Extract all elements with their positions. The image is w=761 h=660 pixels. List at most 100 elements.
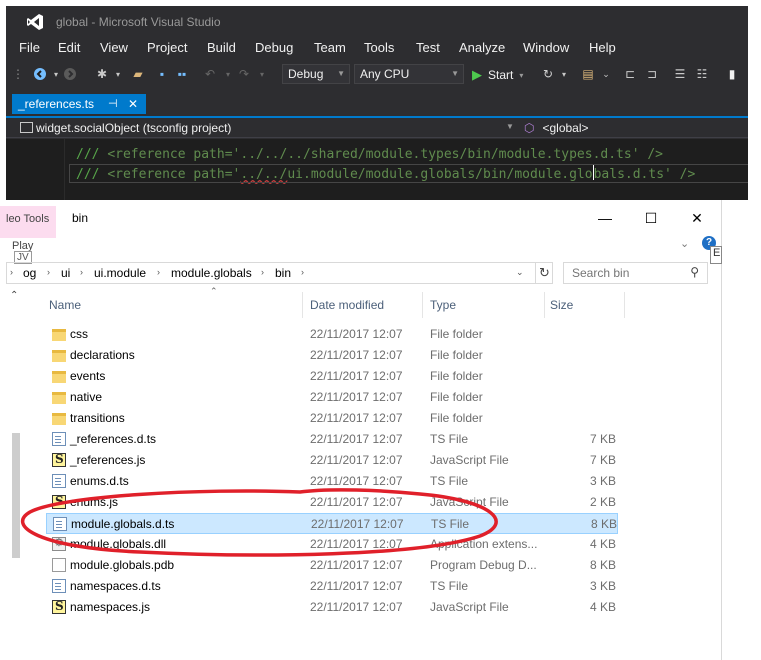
menu-team[interactable]: Team [314,40,346,55]
breadcrumb-ui[interactable]: ui [61,266,70,280]
chevron-right-icon[interactable]: › [261,267,264,277]
breadcrumb-og[interactable]: og [23,266,36,280]
file-row[interactable]: css 22/11/2017 12:07 File folder [46,324,618,345]
maximize-button[interactable]: ☐ [628,206,674,230]
undo-icon[interactable]: ↶ [202,66,218,82]
file-row[interactable]: namespaces.d.ts 22/11/2017 12:07 TS File 3 … [46,576,618,597]
uncomment-lines-icon[interactable]: ☷ [694,66,710,82]
breadcrumb-bin[interactable]: bin [275,266,291,280]
chevron-right-icon[interactable]: › [157,267,160,277]
breadcrumb-module-globals[interactable]: module.globals [171,266,252,280]
file-row[interactable]: _references.d.ts 22/11/2017 12:07 TS File 7… [46,429,618,450]
comment-lines-icon[interactable]: ☰ [672,66,688,82]
step-into-icon[interactable]: ⊐ [644,66,660,82]
column-header-name[interactable]: Name [49,298,81,312]
file-date-modified: 22/11/2017 12:07 [310,390,403,404]
column-headers: ⌃ Name Date modified Type Size [40,286,626,320]
chevron-right-icon[interactable]: › [47,267,50,277]
code-line-2[interactable]: /// <reference path='../../ui.module/mod… [69,164,748,183]
file-row[interactable]: namespaces.js 22/11/2017 12:07 JavaScript … [46,597,618,618]
menu-build[interactable]: Build [207,40,236,55]
column-divider[interactable] [624,292,625,318]
tab-references-ts[interactable]: _references.ts ⊣ ✕ [12,94,146,114]
menu-debug[interactable]: Debug [255,40,293,55]
menu-test[interactable]: Test [416,40,440,55]
column-divider[interactable] [302,292,303,318]
solution-platform-dropdown[interactable]: Any CPU ▼ [354,64,464,84]
refresh-icon[interactable]: ↻ [540,66,556,82]
code-editor[interactable]: /// <reference path='../../../shared/mod… [6,139,748,200]
file-type: File folder [430,411,483,425]
chevron-down-icon[interactable]: ▼ [506,122,514,131]
menu-help[interactable]: Help [589,40,616,55]
file-name: native [70,390,103,404]
file-row[interactable]: enums.js 22/11/2017 12:07 JavaScript File 2… [46,492,618,513]
browse-icon[interactable]: ▤ [580,66,596,82]
save-icon[interactable]: ▪ [154,66,170,82]
new-project-dropdown-icon[interactable]: ▾ [110,66,126,82]
ribbon-video-tools-tab[interactable]: leo Tools [0,206,56,238]
solution-configuration-dropdown[interactable]: Debug ▼ [282,64,350,84]
file-row[interactable]: declarations 22/11/2017 12:07 File folder [46,345,618,366]
minimize-button[interactable]: — [582,206,628,230]
menu-view[interactable]: View [100,40,128,55]
navigation-pane-scrollbar[interactable] [12,433,20,558]
member-scope-dropdown[interactable]: ⬡ <global> [524,121,589,135]
menu-analyze[interactable]: Analyze [459,40,505,55]
chevron-right-icon[interactable]: › [80,267,83,277]
file-row[interactable]: events 22/11/2017 12:07 File folder [46,366,618,387]
redo-dropdown-icon[interactable]: ▾ [254,66,270,82]
forward-navigate-icon[interactable] [62,66,78,82]
file-row[interactable]: native 22/11/2017 12:07 File folder [46,387,618,408]
refresh-button[interactable]: ↻ [535,263,553,283]
chevron-up-icon[interactable]: ⌃ [10,290,18,301]
expand-ribbon-icon[interactable]: ⌄ [680,237,689,250]
solution-platform-value: Any CPU [360,67,410,81]
close-icon[interactable]: ✕ [128,94,138,114]
column-header-type[interactable]: Type [430,298,456,312]
file-row[interactable]: module.globals.d.ts 22/11/2017 12:07 TS Fi… [46,513,618,534]
column-header-size[interactable]: Size [550,298,573,312]
address-bar[interactable]: › og › ui › ui.module › module.globals ›… [6,262,553,284]
menu-edit[interactable]: Edit [58,40,80,55]
new-project-icon[interactable]: ✱ [94,66,110,82]
file-row[interactable]: _references.js 22/11/2017 12:07 JavaScript… [46,450,618,471]
file-type: JavaScript File [430,495,509,509]
refresh-dropdown-icon[interactable]: ▾ [556,66,572,82]
search-input[interactable] [564,263,688,283]
chevron-right-icon[interactable]: › [301,267,304,277]
menu-window[interactable]: Window [523,40,569,55]
file-row[interactable]: transitions 22/11/2017 12:07 File folder [46,408,618,429]
breadcrumb-ui-module[interactable]: ui.module [94,266,146,280]
comment-prefix: /// [76,167,108,182]
open-file-icon[interactable]: ▰ [130,66,146,82]
indent-guide [64,139,65,200]
address-history-chevron-icon[interactable]: ⌄ [516,267,524,278]
step-over-icon[interactable]: ⊏ [622,66,638,82]
search-box[interactable]: ⚲ [563,262,708,284]
save-all-icon[interactable]: ▪▪ [174,66,190,82]
close-button[interactable]: ✕ [674,206,720,230]
undo-dropdown-icon[interactable]: ▾ [220,66,236,82]
redo-icon[interactable]: ↷ [236,66,252,82]
menu-file[interactable]: File [19,40,40,55]
file-date-modified: 22/11/2017 12:07 [310,474,403,488]
file-size: 4 KB [589,600,616,614]
column-divider[interactable] [544,292,545,318]
file-row[interactable]: enums.d.ts 22/11/2017 12:07 TS File 3 KB [46,471,618,492]
code-line-1[interactable]: /// <reference path='../../../shared/mod… [76,147,663,162]
project-scope-dropdown[interactable]: widget.socialObject (tsconfig project) [20,121,231,135]
back-navigate-icon[interactable] [32,66,48,82]
start-debugging-button[interactable]: ▶ Start ▾ [472,66,523,84]
file-name: enums.js [70,495,119,509]
file-row[interactable]: module.globals.dll 22/11/2017 12:07 Applic… [46,534,618,555]
pin-icon[interactable]: ⊣ [108,94,118,114]
file-row[interactable]: module.globals.pdb 22/11/2017 12:07 Progra… [46,555,618,576]
toolbar-overflow-icon[interactable]: ⌄ [598,66,614,82]
visual-studio-window: global - Microsoft Visual Studio File Ed… [6,6,748,200]
bookmark-icon[interactable]: ▮ [724,66,740,82]
menu-project[interactable]: Project [147,40,187,55]
menu-tools[interactable]: Tools [364,40,394,55]
column-header-date[interactable]: Date modified [310,298,384,312]
column-divider[interactable] [422,292,423,318]
